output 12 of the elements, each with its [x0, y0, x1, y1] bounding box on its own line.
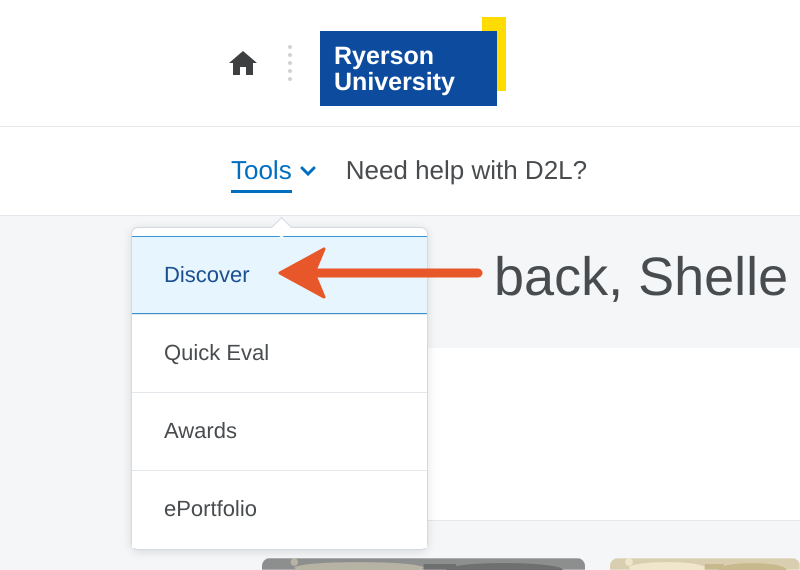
tools-menu[interactable]: Tools: [231, 149, 316, 194]
logo-text: Ryerson: [334, 42, 436, 69]
menu-item[interactable]: Quick Eval: [132, 314, 427, 392]
menu-item[interactable]: Awards: [132, 392, 427, 470]
help-link[interactable]: Need help with D2L?: [346, 149, 588, 194]
home-icon[interactable]: [228, 50, 258, 76]
divider-dots: [288, 45, 292, 82]
logo-text: University: [334, 68, 456, 95]
menu-item[interactable]: ePortfolio: [132, 470, 427, 548]
menu-item[interactable]: Discover: [132, 236, 427, 314]
welcome-heading: back, Shelle: [494, 246, 788, 308]
chevron-down-icon: [300, 166, 316, 176]
